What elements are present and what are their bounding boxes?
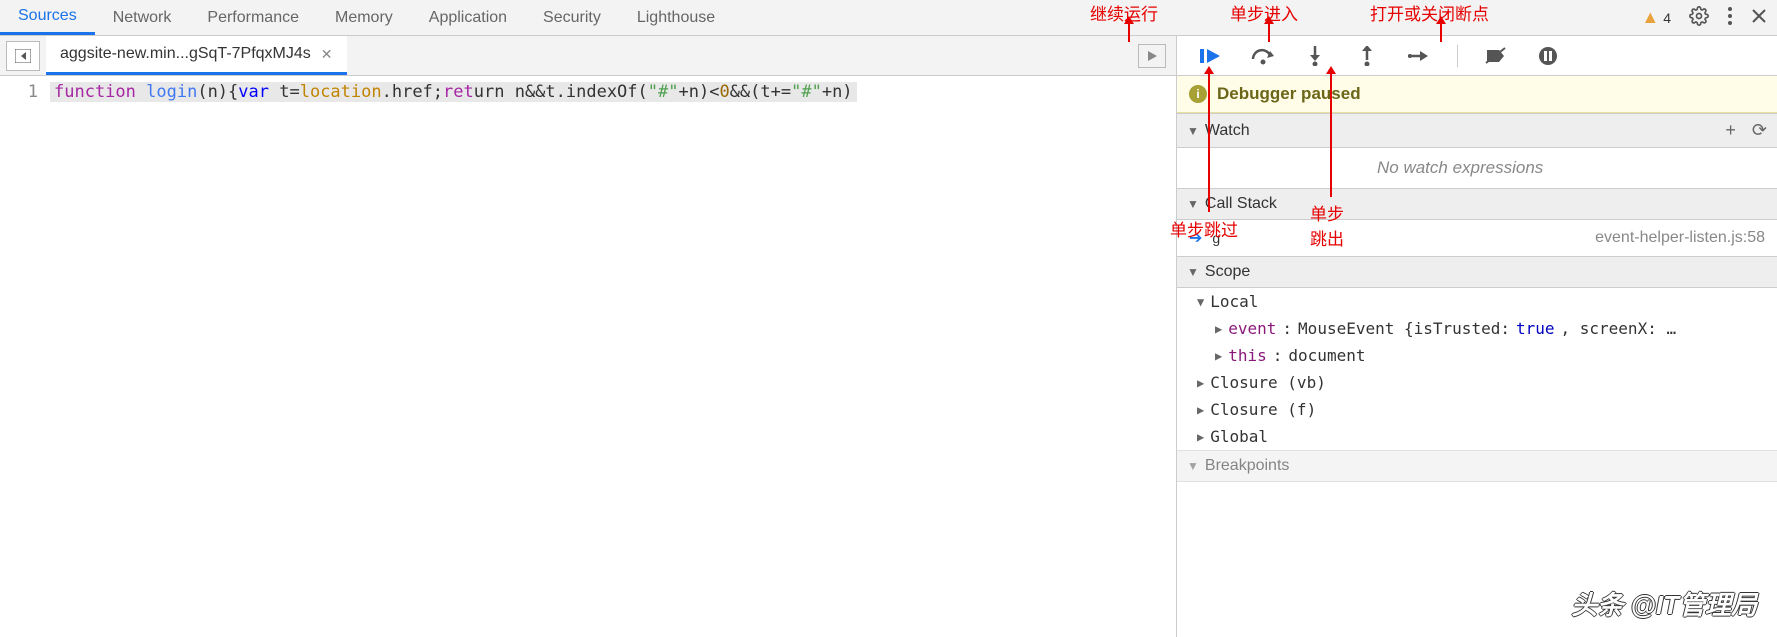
- step-into-button[interactable]: [1301, 42, 1329, 70]
- scope-this[interactable]: ▶ this: document: [1177, 342, 1777, 369]
- callstack-frame[interactable]: ➔ g event-helper-listen.js:58: [1177, 220, 1777, 256]
- stack-source-location: event-helper-listen.js:58: [1595, 229, 1765, 247]
- arrow-step-into: [1268, 22, 1270, 42]
- scope-label: Scope: [1205, 263, 1250, 281]
- file-tab-close-icon[interactable]: ✕: [321, 46, 333, 63]
- navigator-toggle-icon[interactable]: [6, 41, 40, 71]
- expand-icon: ▶: [1197, 403, 1204, 417]
- refresh-watch-icon[interactable]: ⟳: [1752, 120, 1767, 141]
- arrow-step-out: [1330, 72, 1332, 197]
- code-line-1: function login(n){var t=location.href;re…: [50, 82, 857, 102]
- closure-f-label: Closure (f): [1210, 400, 1316, 419]
- step-out-button[interactable]: [1353, 42, 1381, 70]
- code-editor[interactable]: 1 function login(n){var t=location.href;…: [0, 76, 1176, 108]
- scope-event[interactable]: ▶ event: MouseEvent {isTrusted: true, sc…: [1177, 315, 1777, 342]
- tab-application[interactable]: Application: [411, 0, 525, 35]
- collapse-icon: ▼: [1187, 459, 1199, 473]
- warnings-count: 4: [1663, 10, 1671, 26]
- current-frame-icon: ➔: [1189, 228, 1202, 248]
- debugger-paused-bar: i Debugger paused: [1177, 76, 1777, 113]
- tab-security[interactable]: Security: [525, 0, 619, 35]
- breakpoints-section-header[interactable]: ▼ Breakpoints: [1177, 450, 1777, 482]
- step-button[interactable]: [1405, 42, 1433, 70]
- scope-local-label: Local: [1210, 292, 1258, 311]
- line-number: 1: [0, 82, 50, 102]
- warning-icon: ▲: [1641, 7, 1659, 28]
- file-tab-label: aggsite-new.min...gSqT-7PfqxMJ4s: [60, 45, 311, 63]
- arrow-step-over: [1208, 72, 1210, 212]
- add-watch-icon[interactable]: +: [1725, 120, 1736, 141]
- tab-performance[interactable]: Performance: [189, 0, 317, 35]
- expand-icon: ▶: [1197, 430, 1204, 444]
- deactivate-breakpoints-button[interactable]: [1482, 42, 1510, 70]
- arrow-toggle-bp: [1440, 22, 1442, 42]
- arrow-resume: [1128, 22, 1130, 42]
- scope-section-header[interactable]: ▼ Scope: [1177, 256, 1777, 288]
- scope-global[interactable]: ▶ Global: [1177, 423, 1777, 450]
- this-value: document: [1288, 346, 1365, 365]
- main-area: aggsite-new.min...gSqT-7PfqxMJ4s ✕ 1 fun…: [0, 36, 1777, 637]
- tab-sources[interactable]: Sources: [0, 0, 95, 35]
- top-right-controls: ▲ 4: [1641, 0, 1767, 35]
- watch-section-header[interactable]: ▼ Watch + ⟳: [1177, 113, 1777, 148]
- watermark: 头条 @IT管理局: [1571, 585, 1757, 622]
- debugger-paused-label: Debugger paused: [1217, 84, 1361, 104]
- prop-this: this: [1228, 346, 1267, 365]
- no-watch-text: No watch expressions: [1177, 148, 1777, 188]
- debugger-pane: i Debugger paused ▼ Watch + ⟳ No watch e…: [1177, 36, 1777, 637]
- callstack-section-header[interactable]: ▼ Call Stack: [1177, 188, 1777, 220]
- expand-icon: ▶: [1215, 322, 1222, 336]
- kebab-icon[interactable]: [1727, 6, 1733, 29]
- toolbar-separator: [1457, 45, 1458, 67]
- expand-icon: ▼: [1197, 295, 1204, 309]
- warnings-badge[interactable]: ▲ 4: [1641, 7, 1671, 28]
- callstack-label: Call Stack: [1205, 195, 1277, 213]
- step-over-button[interactable]: [1249, 42, 1277, 70]
- source-pane: aggsite-new.min...gSqT-7PfqxMJ4s ✕ 1 fun…: [0, 36, 1177, 637]
- expand-icon: ▶: [1215, 349, 1222, 363]
- gear-icon[interactable]: [1689, 6, 1709, 29]
- stack-function-name: g: [1212, 230, 1220, 246]
- run-snippet-icon[interactable]: [1138, 44, 1166, 68]
- file-tab-active[interactable]: aggsite-new.min...gSqT-7PfqxMJ4s ✕: [46, 36, 347, 75]
- scope-closure-f[interactable]: ▶ Closure (f): [1177, 396, 1777, 423]
- scope-local[interactable]: ▼ Local: [1177, 288, 1777, 315]
- debugger-toolbar: [1177, 36, 1777, 76]
- breakpoints-label: Breakpoints: [1205, 457, 1290, 475]
- prop-event: event: [1228, 319, 1276, 338]
- collapse-icon: ▼: [1187, 197, 1199, 211]
- pause-on-exceptions-button[interactable]: [1534, 42, 1562, 70]
- expand-icon: ▶: [1197, 376, 1204, 390]
- collapse-icon: ▼: [1187, 124, 1199, 138]
- global-label: Global: [1210, 427, 1268, 446]
- close-icon[interactable]: [1751, 8, 1767, 27]
- devtools-tab-bar: Sources Network Performance Memory Appli…: [0, 0, 1777, 36]
- event-value: MouseEvent {isTrusted:: [1298, 319, 1510, 338]
- tab-memory[interactable]: Memory: [317, 0, 411, 35]
- tab-network[interactable]: Network: [95, 0, 190, 35]
- watch-label: Watch: [1205, 122, 1250, 140]
- scope-closure-vb[interactable]: ▶ Closure (vb): [1177, 369, 1777, 396]
- info-icon: i: [1189, 85, 1207, 103]
- closure-vb-label: Closure (vb): [1210, 373, 1326, 392]
- file-tab-bar: aggsite-new.min...gSqT-7PfqxMJ4s ✕: [0, 36, 1176, 76]
- collapse-icon: ▼: [1187, 265, 1199, 279]
- tab-lighthouse[interactable]: Lighthouse: [619, 0, 733, 35]
- tabs-container: Sources Network Performance Memory Appli…: [0, 0, 733, 35]
